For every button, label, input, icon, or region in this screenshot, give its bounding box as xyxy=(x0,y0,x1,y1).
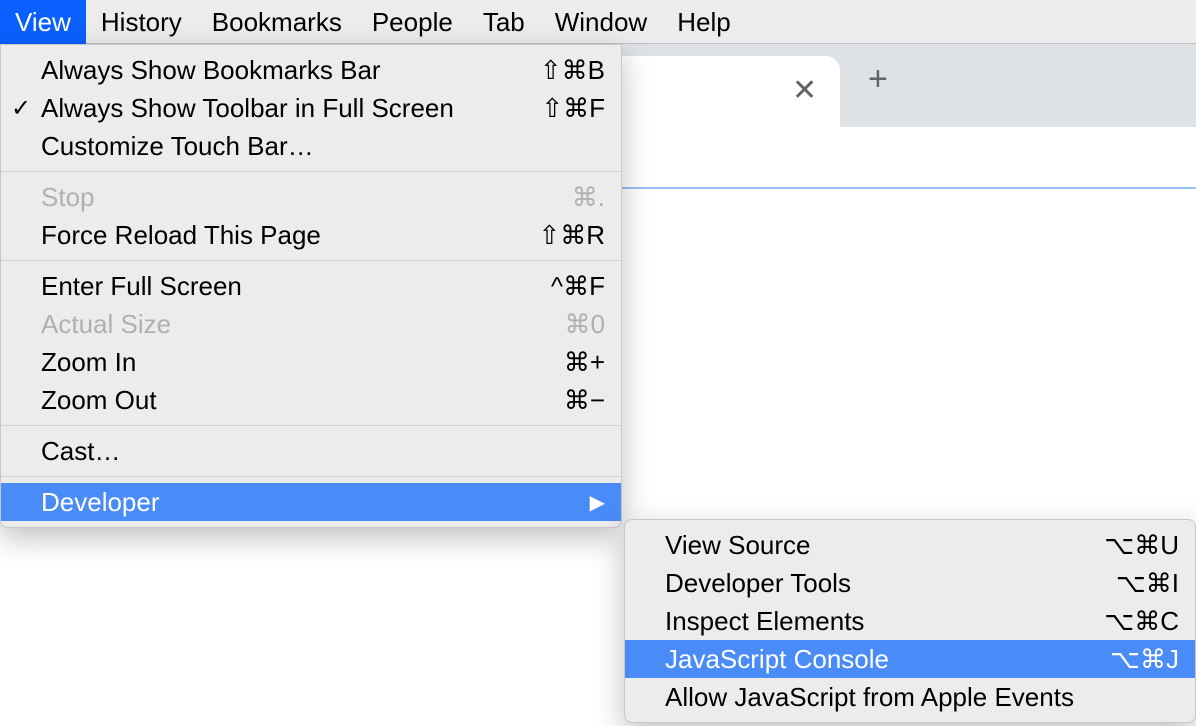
close-icon[interactable]: ✕ xyxy=(792,74,817,108)
menu-label: Inspect Elements xyxy=(665,606,1104,637)
menu-bar: View History Bookmarks People Tab Window… xyxy=(0,0,1196,44)
menubar-bookmarks[interactable]: Bookmarks xyxy=(197,0,357,44)
menu-label: Customize Touch Bar… xyxy=(41,131,605,162)
menu-label: JavaScript Console xyxy=(665,644,1110,675)
submenu-item-developer-tools[interactable]: Developer Tools ⌥⌘I xyxy=(625,564,1195,602)
menu-shortcut: ⌘. xyxy=(572,182,605,213)
menu-item-zoom-out[interactable]: Zoom Out ⌘− xyxy=(1,381,621,419)
menu-label: Actual Size xyxy=(41,309,565,340)
menubar-people[interactable]: People xyxy=(357,0,468,44)
menu-label: View Source xyxy=(665,530,1104,561)
menu-item-toolbar-fullscreen[interactable]: ✓ Always Show Toolbar in Full Screen ⇧⌘F xyxy=(1,89,621,127)
menu-label: Always Show Toolbar in Full Screen xyxy=(41,93,541,124)
menubar-help[interactable]: Help xyxy=(662,0,745,44)
menu-label: Zoom Out xyxy=(41,385,564,416)
menu-shortcut: ⌥⌘I xyxy=(1116,568,1179,599)
menu-item-cast[interactable]: Cast… xyxy=(1,432,621,470)
submenu-item-javascript-console[interactable]: JavaScript Console ⌥⌘J xyxy=(625,640,1195,678)
menu-item-zoom-in[interactable]: Zoom In ⌘+ xyxy=(1,343,621,381)
menu-item-force-reload[interactable]: Force Reload This Page ⇧⌘R xyxy=(1,216,621,254)
menu-shortcut: ⌘0 xyxy=(565,309,605,340)
menu-item-stop: Stop ⌘. xyxy=(1,178,621,216)
developer-submenu: View Source ⌥⌘U Developer Tools ⌥⌘I Insp… xyxy=(624,519,1196,723)
submenu-item-inspect-elements[interactable]: Inspect Elements ⌥⌘C xyxy=(625,602,1195,640)
menu-label: Cast… xyxy=(41,436,605,467)
menu-shortcut: ⌘− xyxy=(564,385,605,416)
menu-shortcut: ⌥⌘J xyxy=(1110,644,1179,675)
menu-separator xyxy=(1,425,621,426)
menu-item-bookmarks-bar[interactable]: Always Show Bookmarks Bar ⇧⌘B xyxy=(1,51,621,89)
menu-label: Stop xyxy=(41,182,572,213)
menu-item-actual-size: Actual Size ⌘0 xyxy=(1,305,621,343)
new-tab-button[interactable]: + xyxy=(868,62,888,96)
menu-shortcut: ⌘+ xyxy=(564,347,605,378)
menu-label: Force Reload This Page xyxy=(41,220,538,251)
menu-label: Enter Full Screen xyxy=(41,271,551,302)
menu-label: Allow JavaScript from Apple Events xyxy=(665,682,1179,713)
menubar-tab[interactable]: Tab xyxy=(468,0,540,44)
menu-shortcut: ⇧⌘B xyxy=(540,55,605,86)
view-menu: Always Show Bookmarks Bar ⇧⌘B ✓ Always S… xyxy=(0,44,622,528)
menubar-window[interactable]: Window xyxy=(540,0,662,44)
menu-shortcut: ⌥⌘U xyxy=(1104,530,1179,561)
menu-label: Developer Tools xyxy=(665,568,1116,599)
menubar-view[interactable]: View xyxy=(0,0,86,44)
menu-shortcut: ⇧⌘F xyxy=(541,93,605,124)
menu-shortcut: ⌥⌘C xyxy=(1104,606,1179,637)
submenu-item-allow-js-apple-events[interactable]: Allow JavaScript from Apple Events xyxy=(625,678,1195,716)
menu-item-developer[interactable]: Developer ▶ xyxy=(1,483,621,521)
checkmark-icon: ✓ xyxy=(11,94,31,123)
menu-item-enter-fullscreen[interactable]: Enter Full Screen ^⌘F xyxy=(1,267,621,305)
menu-label: Always Show Bookmarks Bar xyxy=(41,55,540,86)
submenu-item-view-source[interactable]: View Source ⌥⌘U xyxy=(625,526,1195,564)
submenu-arrow-icon: ▶ xyxy=(590,490,605,515)
menu-shortcut: ^⌘F xyxy=(551,271,605,302)
menu-label: Zoom In xyxy=(41,347,564,378)
menu-item-customize-touchbar[interactable]: Customize Touch Bar… xyxy=(1,127,621,165)
menu-separator xyxy=(1,171,621,172)
menu-shortcut: ⇧⌘R xyxy=(538,220,605,251)
menu-label: Developer xyxy=(41,487,590,518)
menubar-history[interactable]: History xyxy=(86,0,197,44)
menu-separator xyxy=(1,260,621,261)
menu-separator xyxy=(1,476,621,477)
